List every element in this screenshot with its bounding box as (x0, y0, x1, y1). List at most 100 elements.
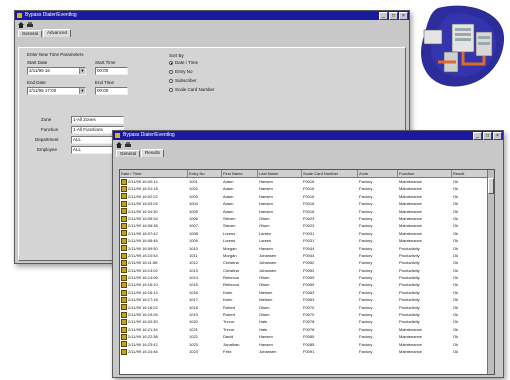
back-window-titlebar[interactable]: Bypass Dialer/Eventlog _ □ × (15, 11, 409, 20)
table-cell: 1023 (189, 341, 198, 347)
table-row[interactable]: 2/11/99 16:23:42 1023 Jonathan Hansen F0085 F… (120, 341, 494, 348)
table-row[interactable]: 2/11/99 16:04:30 1005 Adam Hansen F0016 Facto… (120, 208, 494, 215)
table-row[interactable]: 2/11/99 16:24:46 1024 Felix Johansen F0091 Fa… (120, 348, 494, 355)
minimize-button[interactable]: _ (473, 132, 482, 140)
table-row[interactable]: 2/11/99 16:19:26 1019 Robert Olsen F0070 Fact… (120, 311, 494, 318)
chevron-down-icon[interactable]: ▼ (79, 68, 85, 74)
cell-text: 2/11/99 16:00:14 (128, 179, 158, 184)
start-time-label: Start Time (95, 60, 116, 65)
table-row[interactable]: 2/11/99 16:07:42 1008 Lorens Larsen F0031 Fac… (120, 230, 494, 237)
table-row[interactable]: 2/11/99 16:18:22 1018 Robert Olsen F0070 Fact… (120, 304, 494, 311)
end-date-label: End Date (27, 80, 46, 85)
table-row[interactable]: 2/11/99 16:16:14 1016 Karin Nielsen F0063 Fac… (120, 289, 494, 296)
table-cell: Ok (453, 341, 459, 347)
cell-text: 2/11/99 16:06:38 (128, 223, 158, 229)
table-cell: Ok (453, 245, 459, 251)
table-row[interactable]: 2/11/99 16:01:18 1002 Adam Hansen F0016 Facto… (120, 185, 494, 193)
cell-text: 2/11/99 16:14:06 (128, 275, 158, 281)
column-header[interactable]: First Name (222, 170, 258, 177)
table-cell: Maintenance (399, 208, 422, 214)
home-icon[interactable] (18, 21, 24, 28)
table-row[interactable]: 2/11/99 16:10:54 1011 Morgan Johansen F0044 F… (120, 252, 494, 259)
sort-option-date-time[interactable]: Date / Time (169, 60, 198, 65)
sort-option-label: Date / Time (175, 60, 199, 65)
table-cell: F0070 (303, 312, 315, 318)
event-icon (121, 178, 127, 185)
start-date-field[interactable]: 2/11/99 16 ▼ (27, 67, 86, 75)
table-row[interactable]: 2/11/99 16:03:26 1004 Adam Hansen F0016 Facto… (120, 200, 494, 207)
table-cell: Productivity (399, 319, 420, 325)
column-header[interactable]: Function (398, 170, 452, 177)
table-row[interactable]: 2/11/99 16:14:06 1014 Rebecca Olsen F0059 Fac… (120, 274, 494, 281)
front-window-titlebar[interactable]: Bypass Dialer/Eventlog _ □ × (113, 131, 503, 140)
tab-general[interactable]: General (116, 150, 141, 157)
table-row[interactable]: 2/11/99 16:17:18 1017 Karin Nielsen F0063 Fac… (120, 296, 494, 303)
table-cell: F0031 (303, 230, 315, 236)
table-cell: 1007 (189, 223, 198, 229)
maximize-button[interactable]: □ (389, 12, 398, 20)
table-cell: Ok (453, 193, 459, 199)
table-cell: 2/11/99 16:00:14 (120, 178, 188, 185)
column-header[interactable]: Scale Card Number (302, 170, 358, 177)
cell-text: 2/11/99 16:03:26 (128, 201, 158, 207)
start-time-value: 00:00 (97, 68, 109, 73)
table-row[interactable]: 2/11/99 16:22:38 1022 David Hansen F0085 Fact… (120, 333, 494, 340)
column-header[interactable]: Date / Time (120, 170, 188, 177)
cell-text: 2/11/99 16:09:50 (128, 245, 158, 251)
home-icon[interactable] (116, 141, 122, 148)
chevron-down-icon[interactable]: ▼ (79, 88, 85, 94)
sort-by-label: Sort By (169, 53, 184, 58)
table-cell: 2/11/99 16:02:22 (120, 193, 188, 200)
column-header[interactable]: Entry No (188, 170, 222, 177)
event-icon (121, 326, 127, 333)
sort-option-subscriber[interactable]: Subscriber (169, 78, 197, 83)
section-title: Enter New Time Parameters (27, 52, 84, 57)
table-row[interactable]: 2/11/99 16:11:58 1012 Christina Johansen F00… (120, 259, 494, 266)
table-row[interactable]: 2/11/99 16:00:14 1001 Adam Hansen F0016 Facto… (120, 178, 494, 185)
table-row[interactable]: 2/11/99 16:08:46 1009 Lorens Larsen F0031 Fac… (120, 237, 494, 244)
print-icon[interactable] (27, 21, 33, 28)
start-date-label: Start Date (27, 60, 48, 65)
table-cell: Ok (453, 215, 459, 221)
maximize-button[interactable]: □ (483, 132, 492, 140)
table-cell: 1005 (189, 208, 198, 214)
cell-text: 2/11/99 16:24:46 (128, 348, 158, 354)
table-cell: F0059 (303, 275, 315, 281)
print-icon[interactable] (125, 141, 131, 148)
table-cell: Productivity (399, 289, 420, 295)
table-row[interactable]: 2/11/99 16:06:38 1007 Steven Olsen F0023 Fact… (120, 222, 494, 230)
table-cell: Morgan (223, 245, 237, 251)
tab-advanced[interactable]: Advanced (43, 29, 72, 37)
tab-results[interactable]: Results (141, 149, 165, 157)
start-time-field[interactable]: 00:00 (95, 67, 128, 75)
table-row[interactable]: 2/11/99 16:21:34 1021 Trevor Hale F0078 Facto… (120, 326, 494, 333)
table-cell: F0044 (303, 245, 315, 251)
column-header[interactable]: Last Name (258, 170, 302, 177)
zone-field[interactable]: 1-All Zones (71, 116, 124, 124)
end-time-field[interactable]: 00:00 (95, 87, 128, 95)
vertical-scrollbar[interactable] (487, 170, 494, 374)
table-row[interactable]: 2/11/99 16:09:50 1010 Morgan Hansen F0044 Fac… (120, 245, 494, 252)
table-row[interactable]: 2/11/99 16:13:02 1013 Christina Johansen F00… (120, 267, 494, 274)
tab-general[interactable]: General (18, 30, 43, 37)
table-row[interactable]: 2/11/99 16:05:34 1006 Steven Olsen F0023 Fact… (120, 215, 494, 222)
column-header[interactable]: Result (452, 170, 488, 177)
table-cell: Factory (359, 282, 373, 288)
close-button[interactable]: × (493, 132, 502, 140)
end-date-field[interactable]: 2/11/99 17:00 ▼ (27, 87, 86, 95)
sort-option-label: Scale Card Number (175, 87, 215, 92)
front-window-title: Bypass Dialer/Eventlog (123, 132, 175, 138)
table-row[interactable]: 2/11/99 16:15:10 1015 Rebecca Olsen F0059 Fac… (120, 281, 494, 289)
scrollbar-thumb[interactable] (488, 178, 494, 194)
column-header[interactable]: Zone (358, 170, 398, 177)
sort-option-scale-card[interactable]: Scale Card Number (169, 87, 215, 92)
table-row[interactable]: 2/11/99 16:02:22 1003 Adam Hansen F0016 Facto… (120, 193, 494, 200)
table-cell: Hansen (259, 186, 273, 192)
table-cell: David (223, 334, 234, 340)
app-icon (115, 133, 120, 138)
table-row[interactable]: 2/11/99 16:20:30 1020 Trevor Hale F0078 Facto… (120, 318, 494, 326)
table-cell: Hansen (259, 201, 273, 207)
close-button[interactable]: × (399, 12, 408, 20)
sort-option-entry-no[interactable]: Entry No (169, 69, 193, 74)
minimize-button[interactable]: _ (379, 12, 388, 20)
